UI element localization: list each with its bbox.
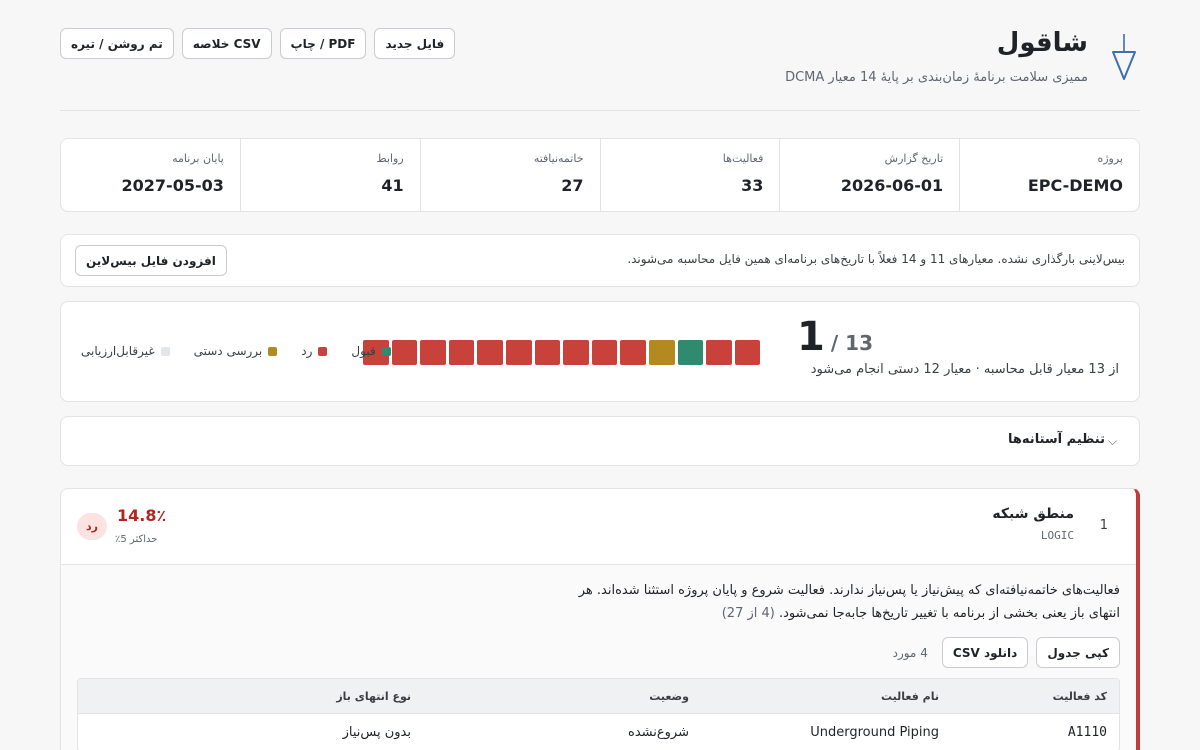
baseline-notice-text: بیس‌لاینی بارگذاری نشده. معیارهای 11 و 1… (627, 252, 1125, 266)
stat-value: 2027-05-03 (121, 176, 224, 195)
criterion-status-square-manual[interactable] (648, 340, 675, 365)
stat-label: روابط (376, 152, 404, 165)
stat-project: پروژه EPC-DEMO (959, 139, 1139, 211)
download-csv-button[interactable]: دانلود CSV (941, 637, 1029, 668)
app-subtitle: ممیزی سلامت برنامهٔ زمان‌بندی بر پایهٔ 1… (785, 70, 1088, 85)
criterion-number: 1 (1099, 518, 1108, 533)
app-page: شاقول ممیزی سلامت برنامهٔ زمان‌بندی بر پ… (60, 0, 1140, 750)
criterion-value: 14.8٪ (117, 506, 167, 525)
baseline-notice: بیس‌لاینی بارگذاری نشده. معیارهای 11 و 1… (60, 234, 1140, 287)
criterion-status-square-fail[interactable] (706, 340, 732, 365)
criterion-status-square-fail[interactable] (734, 340, 761, 365)
score-total: / 13 (830, 331, 873, 355)
criterion-fraction: (4 از 27) (721, 606, 775, 621)
stat-value: EPC-DEMO (1027, 176, 1123, 195)
stat-value: 33 (741, 176, 764, 195)
stat-value: 2026-06-01 (840, 176, 944, 195)
app-header: شاقول ممیزی سلامت برنامهٔ زمان‌بندی بر پ… (60, 26, 1140, 96)
copy-table-button[interactable]: کپی جدول (1036, 637, 1120, 668)
score-caption: از 13 معیار قابل محاسبه · معیار 12 دستی … (810, 362, 1119, 377)
print-pdf-button[interactable]: چاپ / PDF (279, 28, 367, 59)
legend-swatch-pass (381, 346, 391, 356)
legend-label: غیرقابل‌ارزیابی (81, 344, 155, 358)
open-ends-table: کد فعالیت نام فعالیت وضعیت نوع انتهای با… (77, 678, 1120, 750)
criterion-status-square-fail[interactable] (534, 340, 561, 365)
stat-incomplete: خاتمه‌نیافته 27 (419, 139, 600, 211)
result-count: 4 مورد (892, 645, 928, 660)
cell-open-end-type: بدون پس‌نیاز (342, 725, 411, 740)
status-badge: رد (77, 513, 107, 540)
cell-status: شروع‌نشده (628, 725, 689, 740)
cell-activity-code: A1110 (1067, 725, 1107, 740)
criterion-description-text: فعالیت‌های خاتمه‌نیافته‌ای که پیش‌نیاز ی… (578, 583, 1120, 621)
criterion-status-square-fail[interactable] (391, 340, 418, 365)
criterion-title: منطق شبکه (992, 506, 1074, 522)
column-header-type[interactable]: نوع انتهای باز (78, 690, 411, 703)
legend-item-pass: قبول (351, 344, 391, 358)
theme-toggle-button[interactable]: تم روشن / تیره (60, 28, 174, 59)
criterion-header[interactable]: 1 منطق شبکه LOGIC 14.8٪ حداکثر 5٪ رد (61, 489, 1136, 565)
criterion-description: فعالیت‌های خاتمه‌نیافته‌ای که پیش‌نیاز ی… (560, 579, 1120, 625)
stat-label: پایان برنامه (172, 152, 224, 165)
criterion-body: فعالیت‌های خاتمه‌نیافته‌ای که پیش‌نیاز ی… (61, 565, 1136, 750)
legend-item-fail: رد (301, 344, 328, 358)
header-actions: فایل جدید چاپ / PDF خلاصه CSV تم روشن / … (60, 28, 456, 59)
criterion-status-square-fail[interactable] (591, 340, 618, 365)
criterion-status-square-pass[interactable] (677, 340, 704, 365)
stat-value: 41 (381, 176, 404, 195)
table-header: کد فعالیت نام فعالیت وضعیت نوع انتهای با… (78, 679, 1119, 714)
criterion-status-square-fail[interactable] (620, 340, 646, 365)
legend-item-manual: بررسی دستی (194, 344, 278, 358)
criterion-toolbar: کپی جدول دانلود CSV 4 مورد (893, 637, 1120, 668)
criterion-status-square-fail[interactable] (563, 340, 589, 365)
status-legend: قبول رد بررسی دستی غیرقابل‌ارزیابی (81, 344, 391, 358)
legend-item-na: غیرقابل‌ارزیابی (81, 344, 170, 358)
chevron-down-icon: ⌵ (1107, 434, 1117, 448)
legend-label: بررسی دستی (193, 344, 263, 358)
criterion-status-square-fail[interactable] (420, 340, 446, 365)
stat-activities: فعالیت‌ها 33 (599, 139, 780, 211)
stat-label: فعالیت‌ها (722, 152, 764, 165)
project-stats: پروژه EPC-DEMO تاریخ گزارش 2026-06-01 فع… (60, 138, 1140, 212)
legend-label: قبول (351, 344, 376, 358)
criterion-limit: حداکثر 5٪ (115, 534, 158, 545)
new-file-button[interactable]: فایل جدید (374, 28, 456, 59)
app-title: شاقول (996, 28, 1088, 58)
plumb-bob-icon (1112, 34, 1136, 80)
score-summary: 1 / 13 از 13 معیار قابل محاسبه · معیار 1… (60, 301, 1140, 402)
stat-label: تاریخ گزارش (884, 152, 944, 165)
legend-swatch-manual (268, 346, 278, 356)
criterion-card: 1 منطق شبکه LOGIC 14.8٪ حداکثر 5٪ رد فعا… (60, 488, 1140, 750)
criteria-status-strip (363, 340, 761, 365)
header-divider (60, 110, 1140, 111)
column-header-status[interactable]: وضعیت (411, 690, 689, 703)
stat-finish-date: پایان برنامه 2027-05-03 (61, 139, 240, 211)
stat-report-date: تاریخ گزارش 2026-06-01 (779, 139, 959, 211)
stat-label: خاتمه‌نیافته (533, 152, 584, 165)
stat-label: پروژه (1097, 152, 1123, 165)
criterion-code: LOGIC (1040, 529, 1074, 542)
thresholds-toggle[interactable]: ⌵ تنظیم آستانه‌ها (60, 416, 1140, 466)
criterion-status-square-fail[interactable] (477, 340, 503, 365)
column-header-code[interactable]: کد فعالیت (939, 690, 1119, 703)
legend-label: رد (301, 344, 313, 358)
stat-relationships: روابط 41 (239, 139, 420, 211)
csv-summary-button[interactable]: خلاصه CSV (181, 28, 272, 59)
cell-activity-name: Underground Piping (810, 725, 939, 740)
add-baseline-button[interactable]: افزودن فایل بیس‌لاین (75, 245, 227, 276)
stat-value: 27 (561, 176, 584, 195)
legend-swatch-na (160, 346, 170, 356)
column-header-name[interactable]: نام فعالیت (689, 690, 939, 703)
score-value: 1 / 13 (797, 314, 873, 360)
thresholds-label: تنظیم آستانه‌ها (1008, 432, 1105, 447)
criterion-status-square-fail[interactable] (505, 340, 532, 365)
legend-swatch-fail (318, 346, 328, 356)
criterion-status-square-fail[interactable] (448, 340, 475, 365)
table-row[interactable]: A1110 Underground Piping شروع‌نشده بدون … (78, 714, 1119, 750)
score-passed: 1 (797, 314, 825, 360)
